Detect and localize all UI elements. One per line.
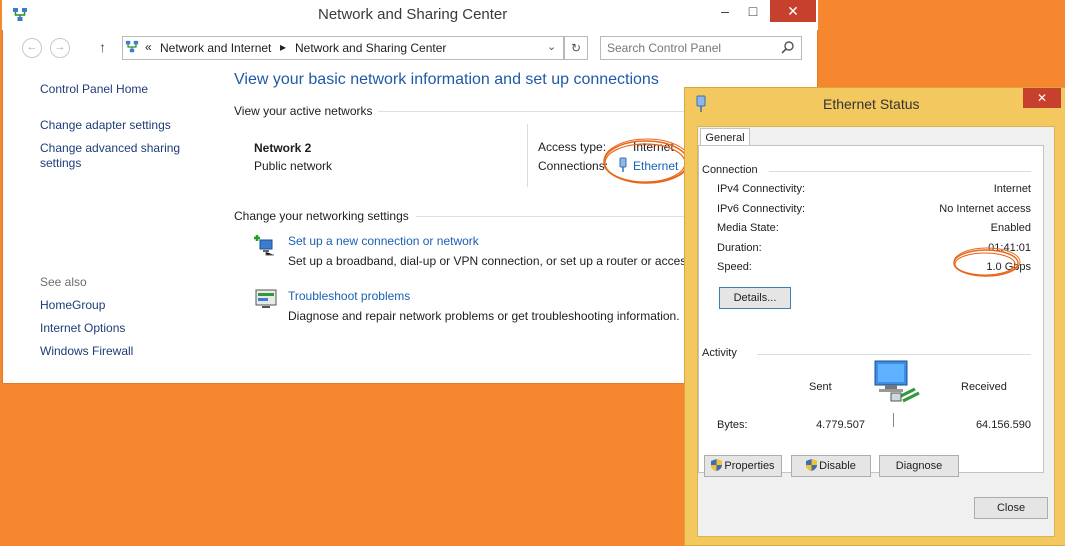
divider bbox=[378, 111, 684, 112]
diagnose-button[interactable]: Diagnose bbox=[879, 455, 959, 477]
chevron-down-icon[interactable]: ⌄ bbox=[547, 40, 556, 53]
window-title: Network and Sharing Center bbox=[318, 6, 508, 23]
bytes-label: Bytes: bbox=[717, 419, 748, 431]
media-state-value: Enabled bbox=[990, 222, 1031, 234]
disable-button[interactable]: Disable bbox=[791, 455, 871, 477]
dialog-close-icon[interactable]: ✕ bbox=[1023, 88, 1061, 108]
see-also-internet-options[interactable]: Internet Options bbox=[40, 321, 125, 335]
dialog-body: General Connection IPv4 Connectivity: In… bbox=[697, 126, 1055, 537]
troubleshoot-icon bbox=[254, 288, 278, 310]
details-button[interactable]: Details... bbox=[719, 287, 791, 309]
refresh-icon[interactable]: ↻ bbox=[564, 36, 588, 60]
connection-group-label: Connection bbox=[702, 164, 758, 176]
see-also-label: See also bbox=[40, 275, 87, 289]
network-computer-icon bbox=[869, 359, 925, 405]
annotation-circle bbox=[953, 247, 1021, 277]
ethernet-status-dialog: Ethernet Status ✕ General Connection IPv… bbox=[684, 87, 1065, 546]
setup-connection-desc: Set up a broadband, dial-up or VPN conne… bbox=[288, 254, 693, 268]
ipv4-value: Internet bbox=[993, 183, 1031, 195]
bytes-sent-value: 4.779.507 bbox=[816, 419, 865, 431]
nav-change-adapter-settings[interactable]: Change adapter settings bbox=[40, 118, 171, 132]
troubleshoot-link[interactable]: Troubleshoot problems bbox=[288, 289, 410, 303]
dialog-title: Ethernet Status bbox=[823, 96, 920, 112]
maximize-button[interactable]: □ bbox=[740, 0, 766, 22]
forward-arrow-icon[interactable]: → bbox=[50, 38, 70, 58]
see-also-homegroup[interactable]: HomeGroup bbox=[40, 298, 105, 312]
active-networks-label: View your active networks bbox=[234, 104, 373, 118]
search-icon[interactable] bbox=[781, 40, 795, 54]
change-settings-label: Change your networking settings bbox=[234, 209, 409, 223]
search-placeholder: Search Control Panel bbox=[607, 41, 722, 55]
back-arrow-icon[interactable]: ← bbox=[22, 38, 42, 58]
divider bbox=[527, 124, 528, 187]
properties-label: Properties bbox=[724, 460, 775, 472]
nav-control-panel-home[interactable]: Control Panel Home bbox=[40, 82, 148, 96]
address-bar[interactable]: « Network and Internet ▸ Network and Sha… bbox=[122, 36, 564, 60]
divider bbox=[769, 171, 1031, 172]
divider bbox=[416, 216, 684, 217]
duration-label: Duration: bbox=[717, 242, 762, 254]
minimize-button[interactable]: – bbox=[712, 0, 738, 22]
speed-label: Speed: bbox=[717, 261, 752, 273]
properties-button[interactable]: Properties bbox=[704, 455, 782, 477]
general-tab-panel: Connection IPv4 Connectivity: Internet I… bbox=[698, 145, 1044, 477]
close-dialog-button[interactable]: Close bbox=[974, 497, 1048, 519]
divider bbox=[893, 413, 894, 427]
activity-group-label: Activity bbox=[702, 347, 737, 359]
setup-connection-link[interactable]: Set up a new connection or network bbox=[288, 234, 479, 248]
network-app-icon bbox=[12, 7, 28, 23]
media-state-label: Media State: bbox=[717, 222, 779, 234]
ipv6-value: No Internet access bbox=[939, 203, 1031, 215]
ipv4-label: IPv4 Connectivity: bbox=[717, 183, 806, 195]
sent-label: Sent bbox=[809, 381, 832, 393]
close-button[interactable]: ✕ bbox=[770, 0, 816, 22]
network-name: Network 2 bbox=[254, 141, 312, 155]
received-label: Received bbox=[961, 381, 1007, 393]
access-type-label: Access type: bbox=[538, 140, 607, 154]
breadcrumb-item[interactable]: Network and Sharing Center bbox=[295, 41, 446, 55]
breadcrumb-overflow[interactable]: « bbox=[145, 40, 152, 54]
annotation-circle bbox=[603, 138, 691, 184]
ethernet-connection-icon bbox=[695, 95, 707, 113]
network-type: Public network bbox=[254, 159, 333, 173]
nav-change-advanced-sharing[interactable]: Change advanced sharing settings bbox=[40, 141, 180, 171]
breadcrumb-separator-icon: ▸ bbox=[280, 40, 287, 54]
disable-label: Disable bbox=[819, 460, 856, 472]
see-also-windows-firewall[interactable]: Windows Firewall bbox=[40, 344, 133, 358]
page-title: View your basic network information and … bbox=[234, 71, 659, 88]
ipv6-label: IPv6 Connectivity: bbox=[717, 203, 806, 215]
search-input[interactable]: Search Control Panel bbox=[600, 36, 802, 60]
connections-label: Connections: bbox=[538, 159, 609, 173]
divider bbox=[757, 354, 1031, 355]
new-connection-icon bbox=[254, 232, 278, 256]
breadcrumb-item[interactable]: Network and Internet bbox=[160, 41, 271, 55]
up-arrow-icon[interactable]: ↑ bbox=[99, 39, 106, 55]
network-breadcrumb-icon bbox=[125, 40, 139, 54]
uac-shield-icon bbox=[806, 459, 818, 471]
bytes-received-value: 64.156.590 bbox=[975, 419, 1031, 431]
troubleshoot-desc: Diagnose and repair network problems or … bbox=[288, 309, 680, 323]
uac-shield-icon bbox=[711, 459, 723, 471]
title-bar: Network and Sharing Center – □ ✕ bbox=[2, 0, 818, 30]
